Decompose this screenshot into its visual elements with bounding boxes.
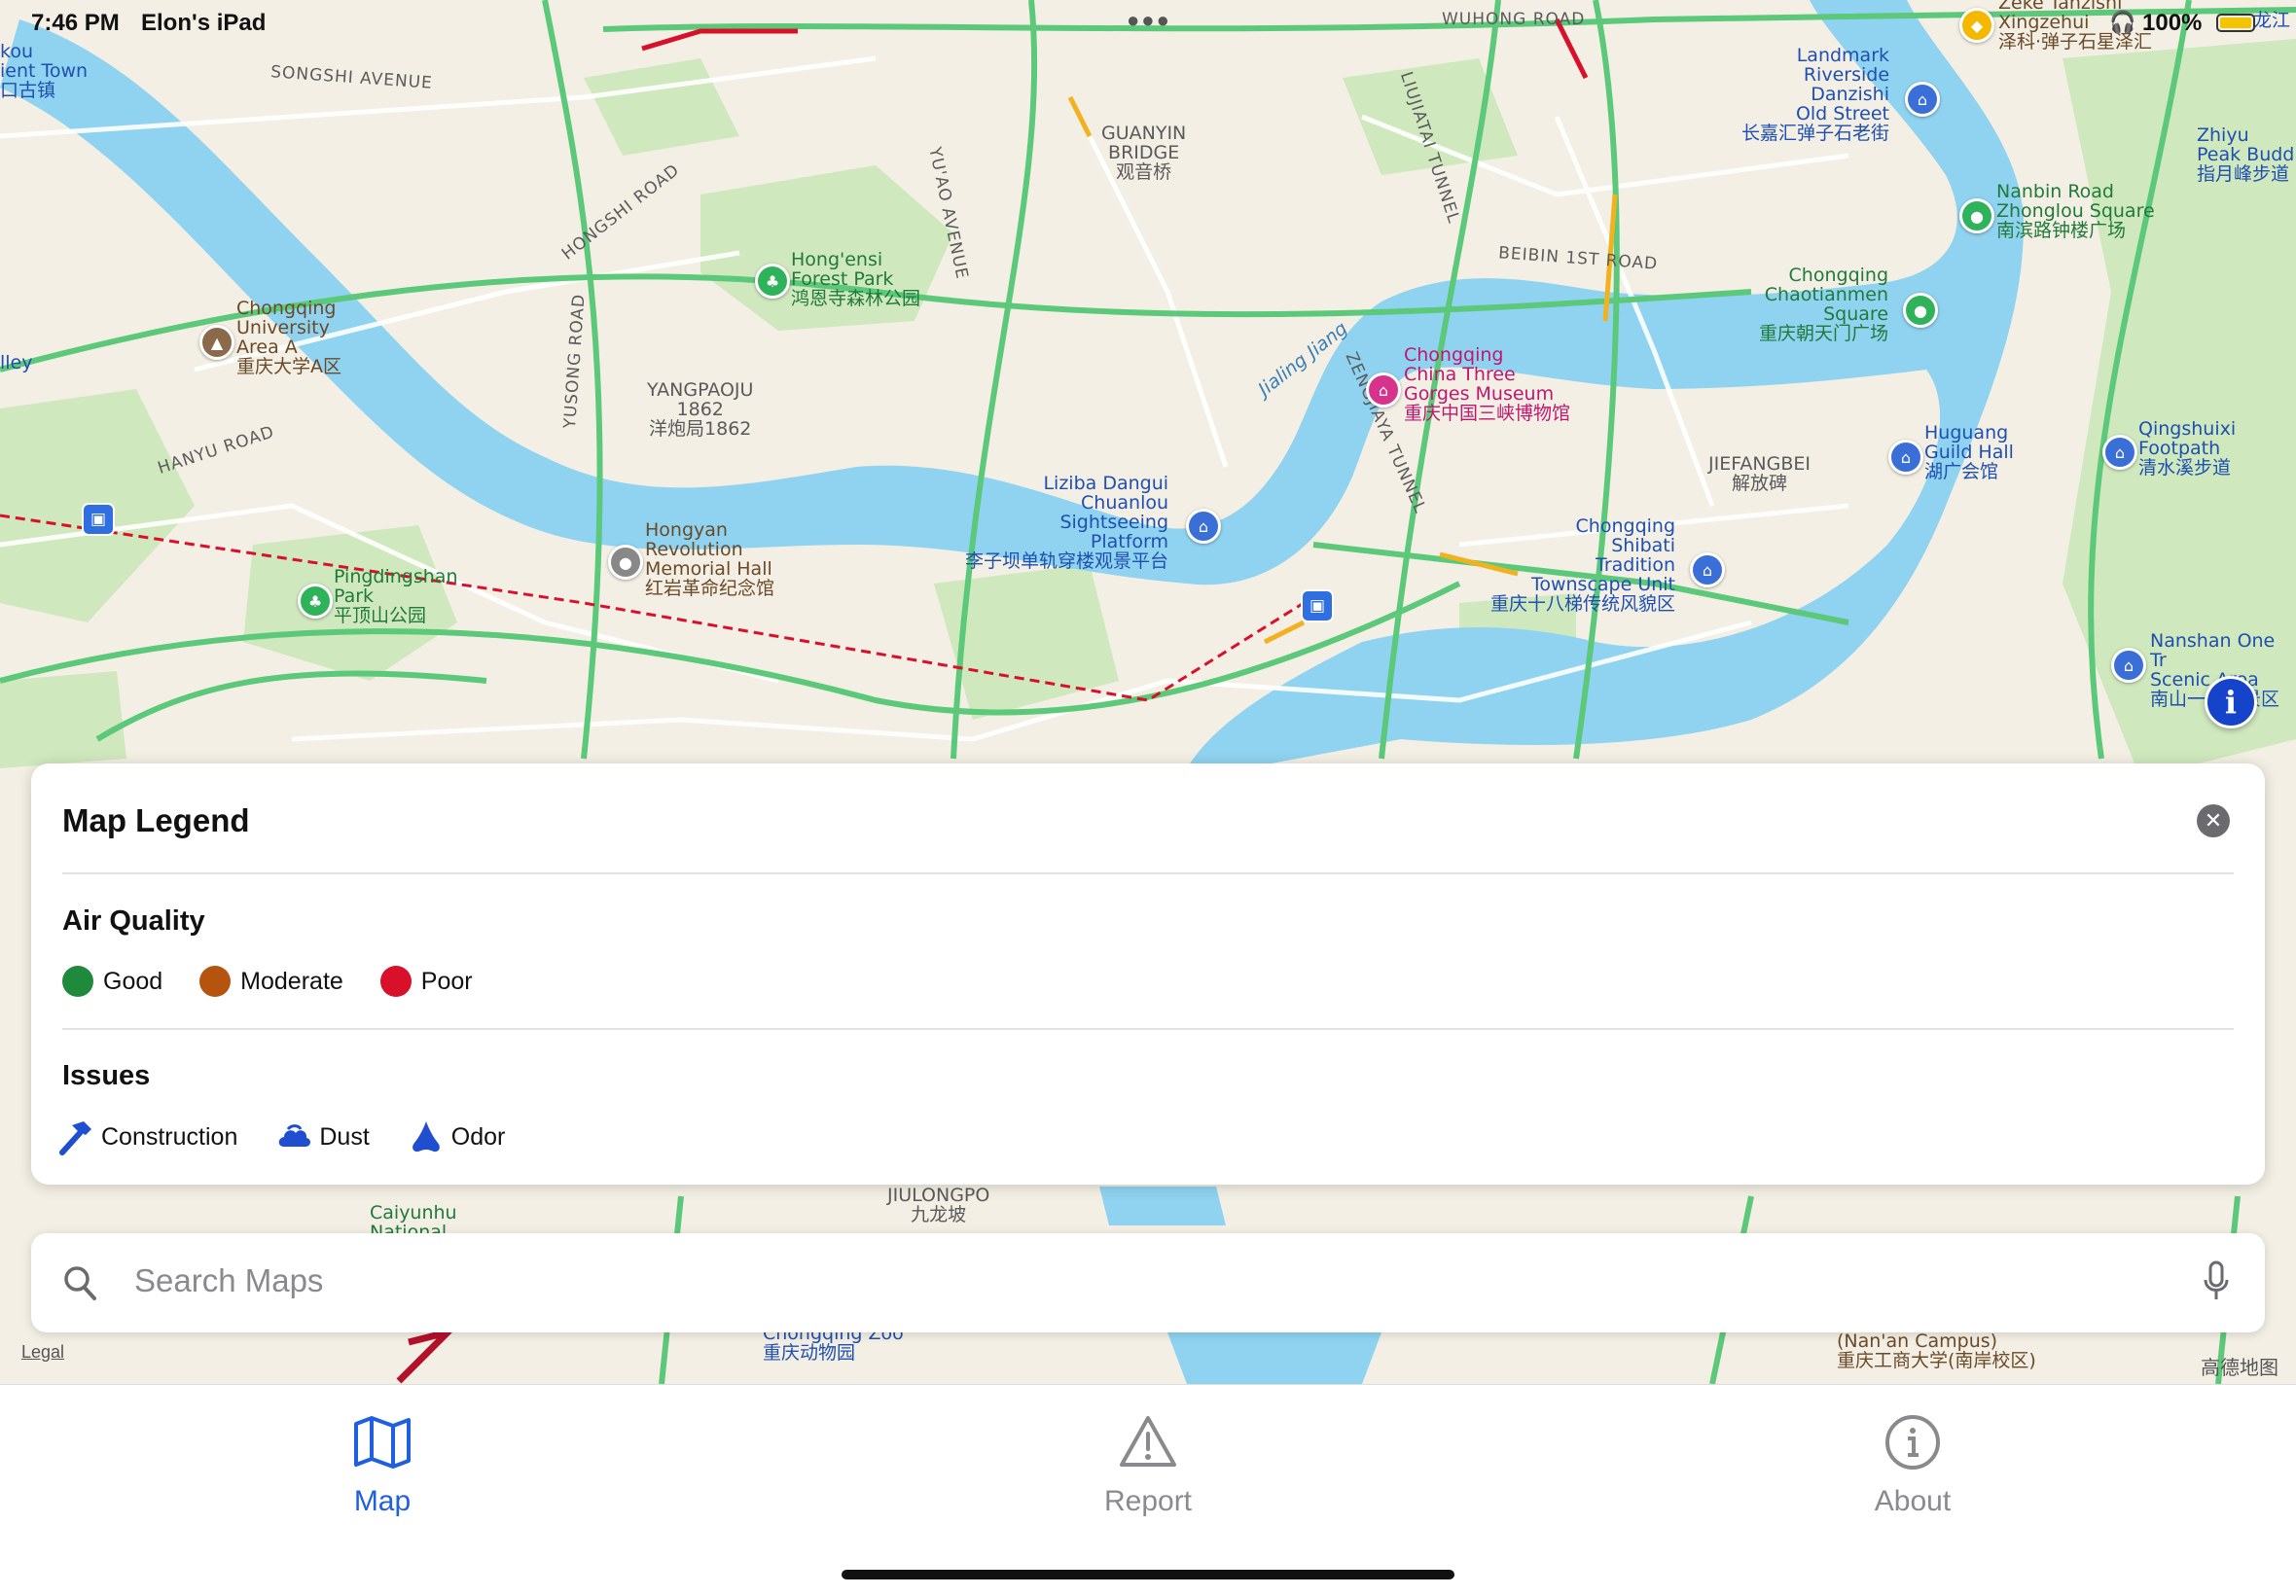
map-district-label: GUANYIN BRIDGE 观音桥	[1101, 123, 1187, 183]
legend-item-construction: Construction	[56, 1117, 237, 1156]
legend-label: Odor	[450, 1122, 506, 1151]
legend-label: Dust	[319, 1122, 370, 1151]
map-poi-label: Liziba Dangui Chuanlou Sightseeing Platf…	[965, 473, 1169, 572]
moderate-dot-icon	[199, 966, 232, 997]
legend-divider	[62, 872, 2234, 874]
map-poi-label: Chongqing University Area A 重庆大学A区	[236, 298, 341, 377]
legend-item-good: Good	[62, 966, 162, 997]
landmark-pin[interactable]: ⌂	[1905, 82, 1940, 117]
landmark-pin[interactable]: ⌂	[1186, 509, 1221, 544]
map-poi-label: Chongqing Chaotianmen Square 重庆朝天门广场	[1759, 265, 1889, 344]
microphone-icon[interactable]	[2203, 1260, 2230, 1306]
legend-label: Poor	[420, 967, 473, 995]
museum-pin[interactable]: ⌂	[1366, 372, 1401, 408]
map-poi-label: Chongqing China Three Gorges Museum 重庆中国…	[1404, 344, 1571, 424]
map-district-label: JIEFANGBEI 解放碑	[1708, 453, 1811, 494]
transit-station-icon[interactable]: ▣	[82, 503, 115, 536]
memorial-pin[interactable]: ●	[608, 545, 643, 580]
legend-item-poor: Poor	[379, 966, 473, 997]
legend-title: Map Legend	[62, 802, 250, 838]
map-poi-label: Landmark Riverside Danzishi Old Street 长…	[1741, 45, 1890, 144]
map-legend-panel: Map Legend ✕ Air Quality Good Moderate P…	[31, 763, 2265, 1185]
close-icon[interactable]: ✕	[2197, 804, 2230, 837]
map-poi-label: kou ient Town 口古镇	[0, 41, 89, 101]
search-icon	[62, 1264, 97, 1306]
home-indicator[interactable]	[842, 1570, 1454, 1579]
landmark-pin[interactable]: ⌂	[1888, 440, 1923, 475]
landmark-pin[interactable]: ⌂	[1690, 552, 1725, 587]
tab-about[interactable]: About	[1815, 1414, 2010, 1518]
status-time: 7:46 PM	[31, 10, 120, 36]
legend-item-odor: Odor	[407, 1117, 506, 1156]
map-poi-label: Nanbin Road Zhonglou Square 南滨路钟楼广场	[1996, 181, 2155, 241]
multitasking-dots-icon[interactable]: ●●●	[1127, 8, 1171, 33]
legend-label: Good	[103, 967, 163, 995]
status-device-name: Elon's iPad	[141, 10, 267, 36]
map-poi-label: Chongqing Shibati Tradition Townscape Un…	[1490, 515, 1676, 615]
tab-label: About	[1874, 1485, 1952, 1517]
landmark-pin[interactable]: ⌂	[2102, 435, 2137, 470]
headphones-icon: 🎧	[2109, 10, 2136, 34]
legend-label: Moderate	[240, 967, 343, 995]
search-bar[interactable]: Search Maps	[31, 1233, 2265, 1332]
tab-report[interactable]: Report	[1051, 1414, 1245, 1518]
map-poi-label: Hongyan Revolution Memorial Hall 红岩革命纪念馆	[645, 519, 775, 599]
tab-bar: Map Report About	[0, 1384, 2296, 1596]
map-poi-label: lley	[0, 352, 33, 373]
air-quality-heading: Air Quality	[62, 905, 205, 937]
map-poi-label: Zhiyu Peak Budd 指月峰步道	[2197, 124, 2295, 185]
legal-link[interactable]: Legal	[21, 1342, 64, 1363]
legend-label: Construction	[101, 1122, 238, 1151]
good-dot-icon	[62, 966, 93, 997]
map-poi-label: Qingshuixi Footpath 清水溪步道	[2138, 418, 2237, 479]
map-district-label: JIULONGPO 九龙坡	[887, 1185, 990, 1225]
cloud-icon	[274, 1117, 313, 1156]
issues-row: Construction Dust Odor	[56, 1117, 542, 1156]
map-icon	[352, 1414, 413, 1475]
status-bar: 7:46 PM Elon's iPad ●●● 🎧 100%	[0, 0, 2296, 45]
air-quality-row: Good Moderate Poor	[62, 966, 510, 997]
battery-icon	[2216, 14, 2255, 32]
tab-label: Map	[353, 1485, 412, 1517]
university-pin[interactable]: ▲	[199, 325, 234, 360]
landmark-pin[interactable]: ⌂	[2111, 648, 2146, 683]
map-poi-label: Huguang Guild Hall 湖广会馆	[1924, 422, 2014, 482]
map-attribution: 高德地图	[2201, 1358, 2278, 1379]
map-poi-label: Pingdingshan Park 平顶山公园	[334, 566, 458, 626]
poor-dot-icon	[379, 966, 412, 997]
battery-percentage: 100%	[2142, 10, 2203, 36]
park-pin[interactable]: ♣	[755, 264, 790, 299]
hammer-icon	[56, 1117, 95, 1156]
search-input[interactable]: Search Maps	[134, 1262, 323, 1299]
square-pin[interactable]: ●	[1903, 293, 1938, 328]
legend-item-moderate: Moderate	[199, 966, 343, 997]
issues-heading: Issues	[62, 1060, 151, 1091]
warning-icon	[1118, 1414, 1178, 1475]
tab-map[interactable]: Map	[285, 1414, 480, 1518]
legend-divider	[62, 1028, 2234, 1030]
map-poi-label: (Nan'an Campus) 重庆工商大学(南岸校区)	[1837, 1330, 2036, 1371]
tab-label: Report	[1103, 1485, 1193, 1517]
legend-item-dust: Dust	[274, 1117, 370, 1156]
map-poi-label: Hong'ensi Forest Park 鸿恩寺森林公园	[791, 249, 921, 309]
park-pin[interactable]: ♣	[298, 584, 333, 619]
nose-icon	[407, 1117, 446, 1156]
square-pin[interactable]: ●	[1959, 198, 1994, 233]
info-icon	[1883, 1414, 1943, 1475]
transit-station-icon[interactable]: ▣	[1301, 589, 1334, 622]
legend-info-button[interactable]: i	[2205, 676, 2257, 728]
map-district-label: YANGPAOJU 1862 洋炮局1862	[647, 379, 754, 440]
